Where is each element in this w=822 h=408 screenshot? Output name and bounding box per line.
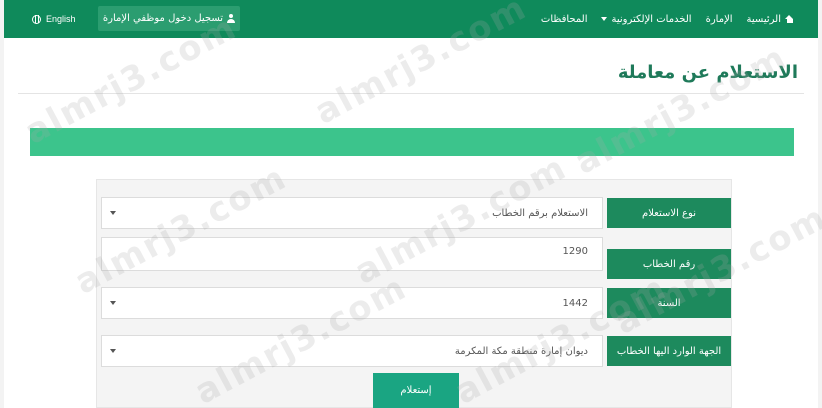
letter-number-value: 1290 [562,246,588,257]
inquiry-type-label: نوع الاستعلام [607,198,731,228]
chevron-down-icon [110,211,116,215]
title-divider [18,93,804,94]
incoming-entity-label: الجهة الوارد اليها الخطاب [607,336,731,366]
incoming-entity-value: ديوان إمارة منطقة مكة المكرمة [454,345,588,357]
employee-login-button[interactable]: تسجيل دخول موظفي الإمارة [98,6,240,31]
globe-icon [32,14,41,24]
year-label: السنة [607,288,731,318]
letter-number-row: 1290 رقم الخطاب [97,237,733,279]
nav-item-eservices-label: الخدمات الإلكترونية [611,13,692,25]
employee-login-label: تسجيل دخول موظفي الإمارة [102,13,224,24]
nav-item-governorates[interactable]: المحافظات [541,14,588,25]
main-nav: الرئيسية الإمارة الخدمات الإلكترونية الم… [541,0,794,38]
year-select[interactable]: 1442 [101,287,603,319]
page-title: الاستعلام عن معاملة [617,62,798,83]
nav-left: English [32,0,76,38]
inquiry-type-value: الاستعلام برقم الخطاب [492,207,588,219]
chevron-down-icon [110,301,116,305]
nav-item-eservices[interactable]: الخدمات الإلكترونية [601,13,692,25]
nav-item-home-label: الرئيسية [746,13,781,25]
watermark: almrj3.com [568,37,794,183]
nav-item-emirate-label: الإمارة [705,13,733,25]
page: English تسجيل دخول موظفي الإمارة الرئيسي… [4,0,822,408]
letter-number-input[interactable]: 1290 [101,237,603,271]
home-icon [785,15,794,23]
nav-item-emirate[interactable]: الإمارة [706,14,733,25]
nav-item-home[interactable]: الرئيسية [747,14,794,25]
chevron-down-icon [110,349,116,353]
year-row: 1442 السنة [97,287,733,321]
inquiry-type-row: الاستعلام برقم الخطاب نوع الاستعلام [97,197,733,231]
user-icon [227,14,236,23]
inquiry-submit-button[interactable]: إستعلام [373,373,459,408]
nav-item-governorates-label: المحافظات [540,13,588,25]
caret-down-icon [601,17,608,21]
year-value: 1442 [562,297,588,309]
inquiry-type-select[interactable]: الاستعلام برقم الخطاب [101,197,603,229]
navbar: English تسجيل دخول موظفي الإمارة الرئيسي… [4,0,818,38]
status-bar [30,128,794,156]
language-switch[interactable]: English [32,14,76,24]
incoming-entity-select[interactable]: ديوان إمارة منطقة مكة المكرمة [101,335,603,367]
incoming-entity-row: ديوان إمارة منطقة مكة المكرمة الجهة الوا… [97,335,733,369]
language-label: English [46,14,76,24]
letter-number-label: رقم الخطاب [607,249,731,279]
